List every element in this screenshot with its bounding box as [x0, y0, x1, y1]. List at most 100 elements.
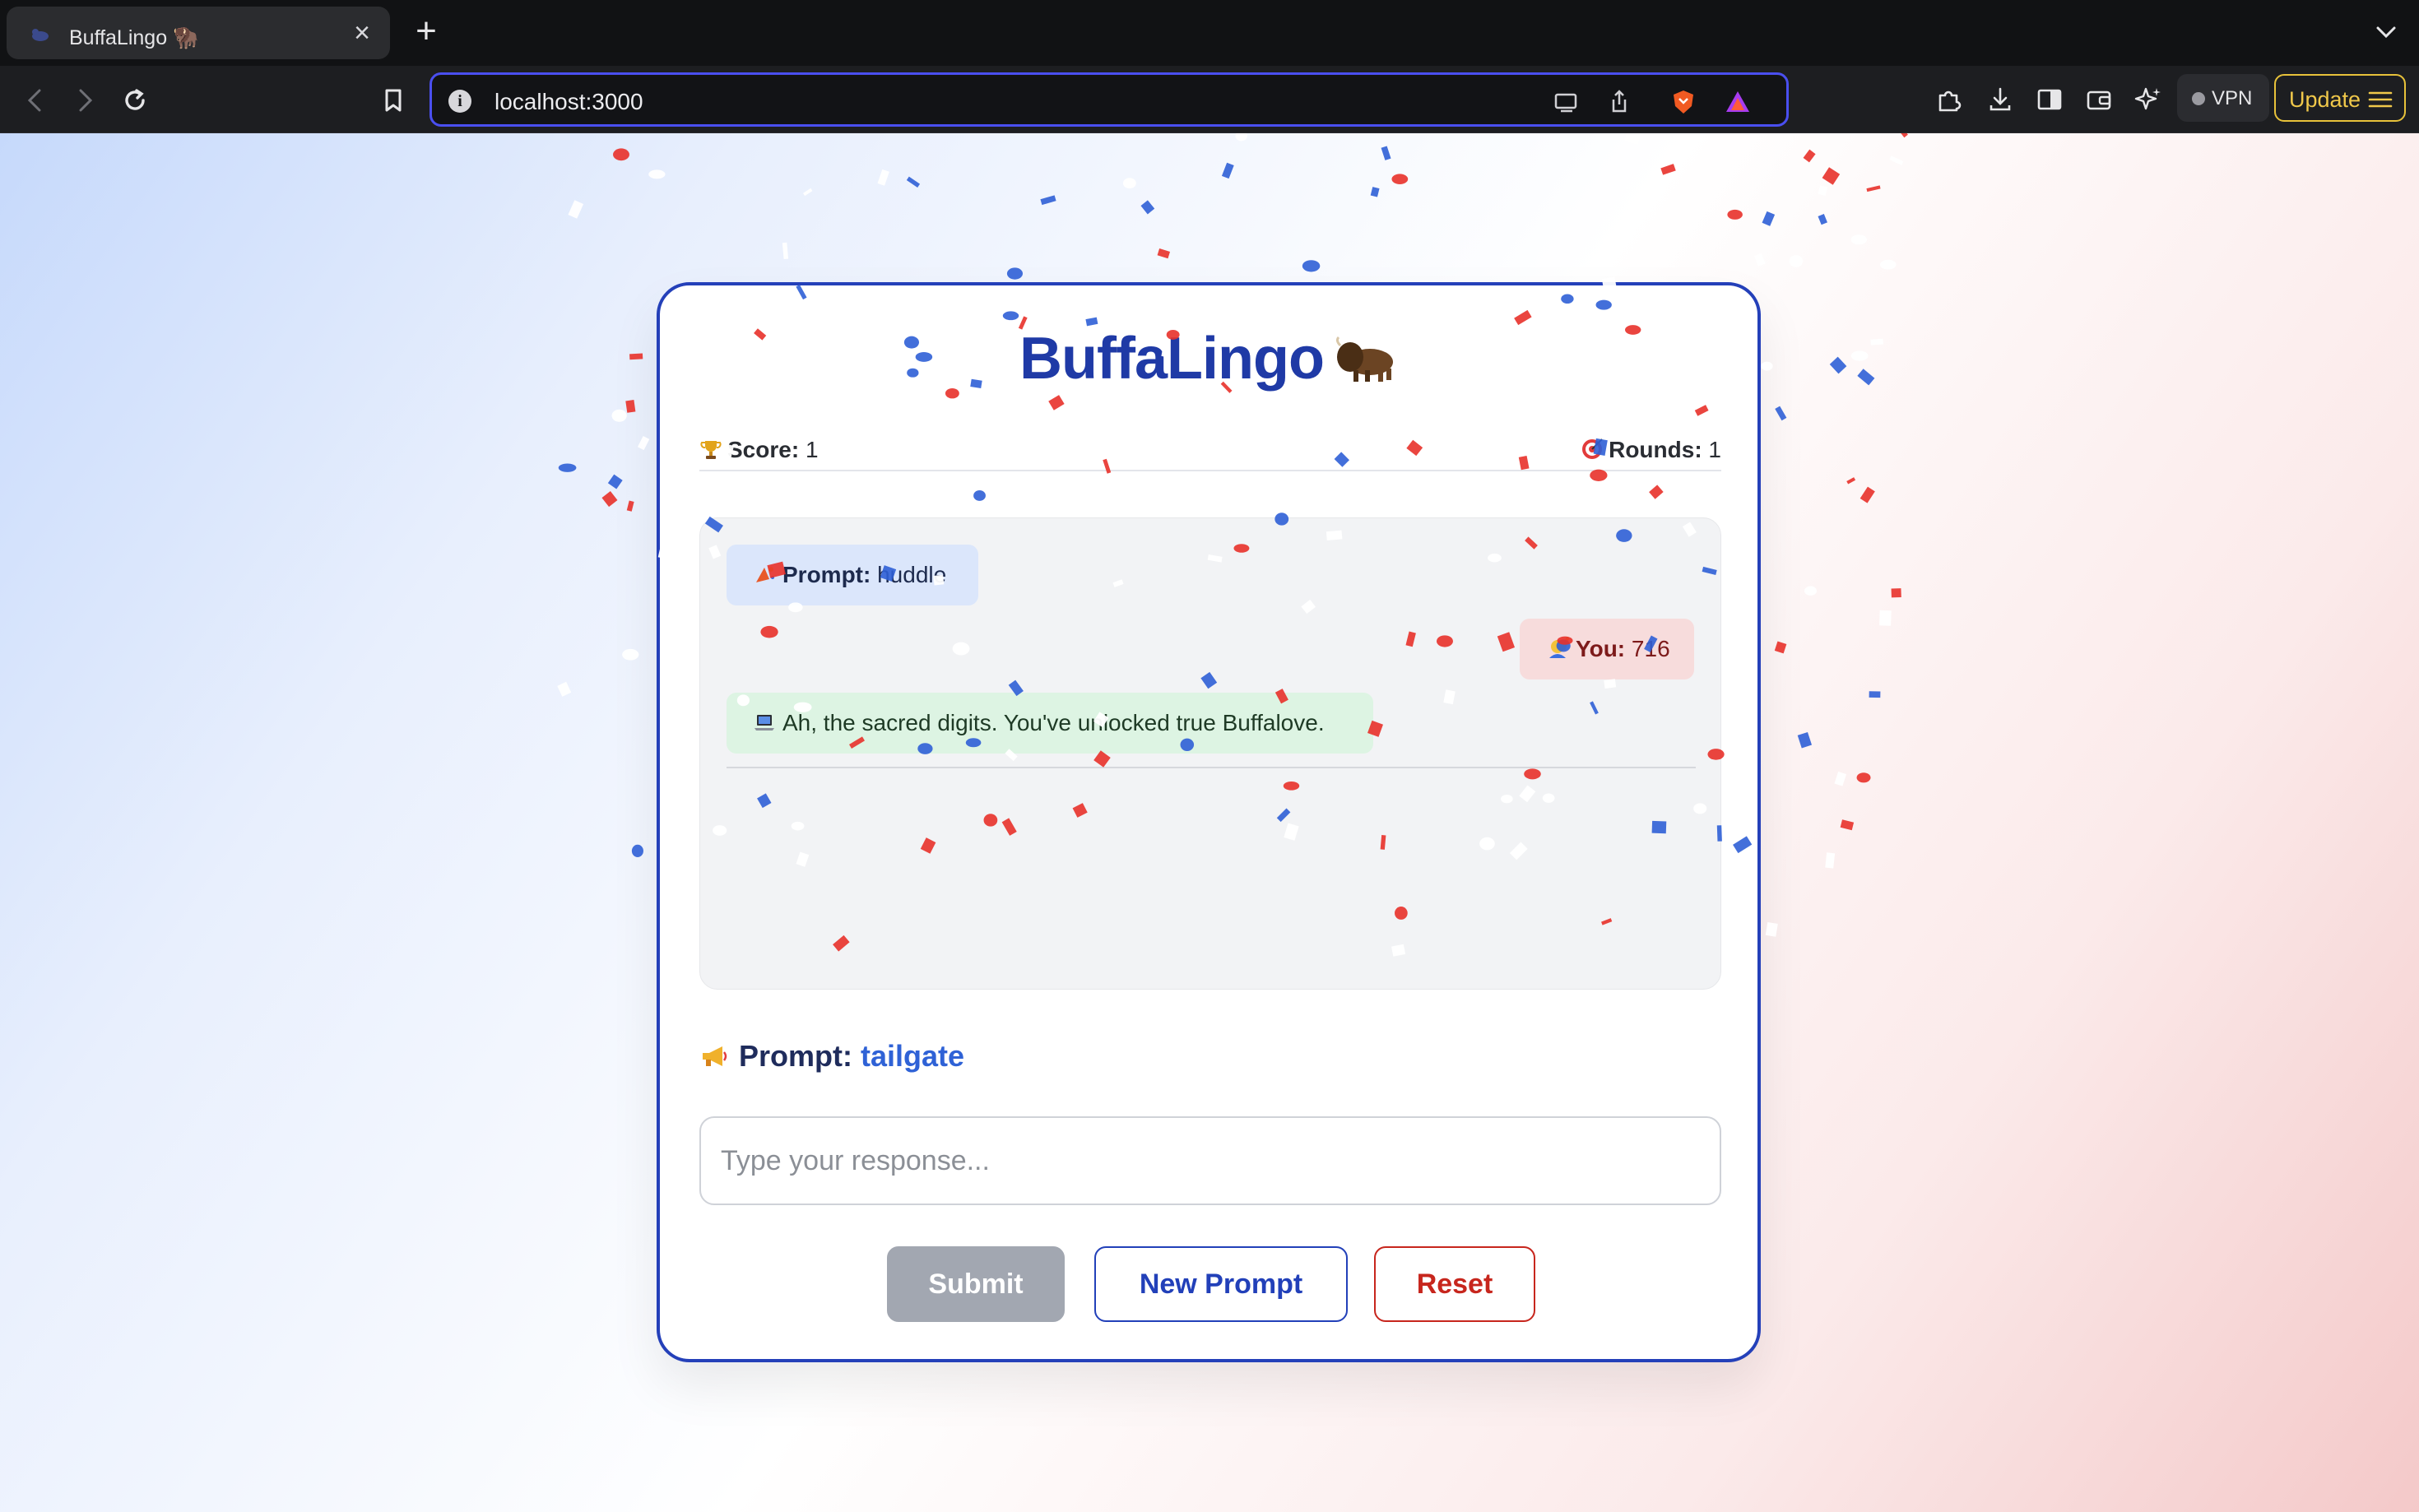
confetti-piece [1235, 133, 1248, 141]
tab-close-icon[interactable]: × [347, 18, 377, 48]
confetti-piece [637, 436, 650, 451]
browser-tab[interactable]: BuffaLingo 🦬 × [7, 7, 390, 59]
confetti-piece [1803, 149, 1816, 163]
brave-shield-icon[interactable] [1669, 88, 1697, 116]
confetti-piece [1753, 253, 1766, 267]
confetti-piece [1822, 167, 1841, 185]
tab-title: BuffaLingo 🦬 [69, 26, 199, 49]
bookmark-icon[interactable] [375, 82, 411, 118]
confetti-piece [601, 490, 618, 508]
confetti-piece [1774, 641, 1787, 654]
address-bar[interactable]: i localhost:3000 [429, 72, 1789, 127]
confetti-piece [1879, 259, 1897, 270]
update-button[interactable]: Update [2274, 74, 2406, 122]
chat-prompt-message: Prompt: huddle [727, 545, 978, 605]
leo-ai-icon[interactable] [2133, 84, 2164, 115]
extensions-icon[interactable] [1934, 84, 1965, 115]
chat-divider [727, 767, 1696, 768]
chat-prompt-value: huddle [877, 562, 947, 587]
laptop-icon [754, 715, 774, 730]
response-input[interactable] [699, 1116, 1721, 1205]
current-prompt-label: Prompt: [739, 1039, 852, 1073]
confetti-piece [611, 409, 627, 422]
score-label: Score: [727, 437, 800, 462]
confetti-piece [1840, 819, 1855, 831]
forward-icon[interactable] [66, 82, 102, 118]
bison-favicon-icon [32, 29, 49, 41]
current-prompt-word: tailgate [861, 1039, 965, 1073]
confetti-piece [1391, 174, 1409, 185]
download-icon[interactable] [1985, 84, 2016, 115]
confetti-piece [1624, 133, 1641, 145]
confetti-piece [1870, 338, 1883, 346]
confetti-piece [1006, 267, 1024, 280]
back-icon[interactable] [18, 82, 54, 118]
confetti-piece [648, 169, 666, 179]
page-background: BuffaLingo Score: 1 Rounds: 1 Prompt: hu… [0, 133, 2419, 1512]
bison-icon [1335, 336, 1393, 382]
confetti-piece [1797, 731, 1813, 749]
submit-button[interactable]: Submit [887, 1246, 1065, 1322]
confetti-piece [1221, 162, 1234, 179]
chat-bot-message: Ah, the sacred digits. You've unlocked t… [727, 693, 1373, 754]
new-tab-button[interactable]: + [406, 13, 446, 53]
megaphone-icon [703, 1046, 727, 1066]
confetti-piece [1829, 356, 1847, 374]
confetti-piece [1846, 477, 1856, 485]
confetti-piece [1866, 185, 1881, 192]
rounds-value: 1 [1708, 437, 1721, 462]
confetti-piece [1818, 214, 1827, 225]
brave-rewards-icon[interactable] [1724, 88, 1752, 116]
site-info-icon[interactable]: i [448, 90, 471, 113]
chat-user-message: You: 716 [1520, 619, 1694, 679]
confetti-piece [877, 169, 889, 186]
game-card: BuffaLingo Score: 1 Rounds: 1 Prompt: hu… [657, 282, 1761, 1362]
confetti-piece [1765, 921, 1778, 937]
rounds-stat: Rounds: 1 [1581, 437, 1721, 463]
confetti-piece [1302, 260, 1321, 272]
confetti-piece [1825, 852, 1836, 869]
share-icon[interactable] [1605, 88, 1633, 116]
chat-log[interactable]: Prompt: huddle You: 716 Ah, the sacred d… [699, 517, 1721, 990]
chat-user-value: 716 [1631, 636, 1670, 661]
vpn-button[interactable]: VPN [2177, 74, 2269, 122]
cast-icon[interactable] [1553, 88, 1581, 116]
url-text[interactable]: localhost:3000 [494, 89, 643, 115]
confetti-piece [1850, 234, 1867, 245]
person-raising-hand-icon [1549, 637, 1569, 658]
hamburger-menu-icon [2368, 91, 2393, 108]
wallet-icon[interactable] [2083, 84, 2115, 115]
confetti-piece [1040, 195, 1056, 206]
vpn-label: VPN [2212, 87, 2253, 109]
confetti-piece [906, 176, 921, 188]
chat-user-label: You: [1576, 636, 1626, 661]
confetti-piece [568, 200, 584, 219]
confetti-piece [1834, 771, 1847, 786]
confetti-piece [1818, 185, 1828, 197]
confetti-piece [1370, 187, 1380, 197]
confetti-piece [1157, 248, 1171, 259]
confetti-piece [1894, 133, 1908, 138]
confetti-piece [557, 681, 572, 697]
score-stat: Score: 1 [699, 437, 819, 463]
score-value: 1 [805, 437, 819, 462]
reload-icon[interactable] [117, 82, 153, 118]
confetti-piece [1869, 691, 1881, 698]
confetti-piece [1381, 146, 1391, 160]
confetti-piece [1850, 350, 1869, 361]
vpn-status-icon [2192, 92, 2205, 105]
confetti-piece [1775, 406, 1787, 421]
confetti-piece [1122, 178, 1136, 189]
chevron-down-icon[interactable] [2370, 18, 2403, 48]
app-title-text: BuffaLingo [1019, 326, 1325, 392]
confetti-piece [626, 500, 634, 512]
confetti-piece [1727, 209, 1743, 220]
app-title: BuffaLingo [660, 325, 1757, 392]
new-prompt-button[interactable]: New Prompt [1094, 1246, 1348, 1322]
confetti-piece [802, 188, 813, 197]
sidebar-icon[interactable] [2034, 84, 2065, 115]
confetti-piece [1889, 155, 1904, 165]
chat-prompt-label: Prompt: [782, 562, 871, 587]
reset-button[interactable]: Reset [1374, 1246, 1535, 1322]
browser-tab-bar: BuffaLingo 🦬 × + [0, 0, 2419, 66]
